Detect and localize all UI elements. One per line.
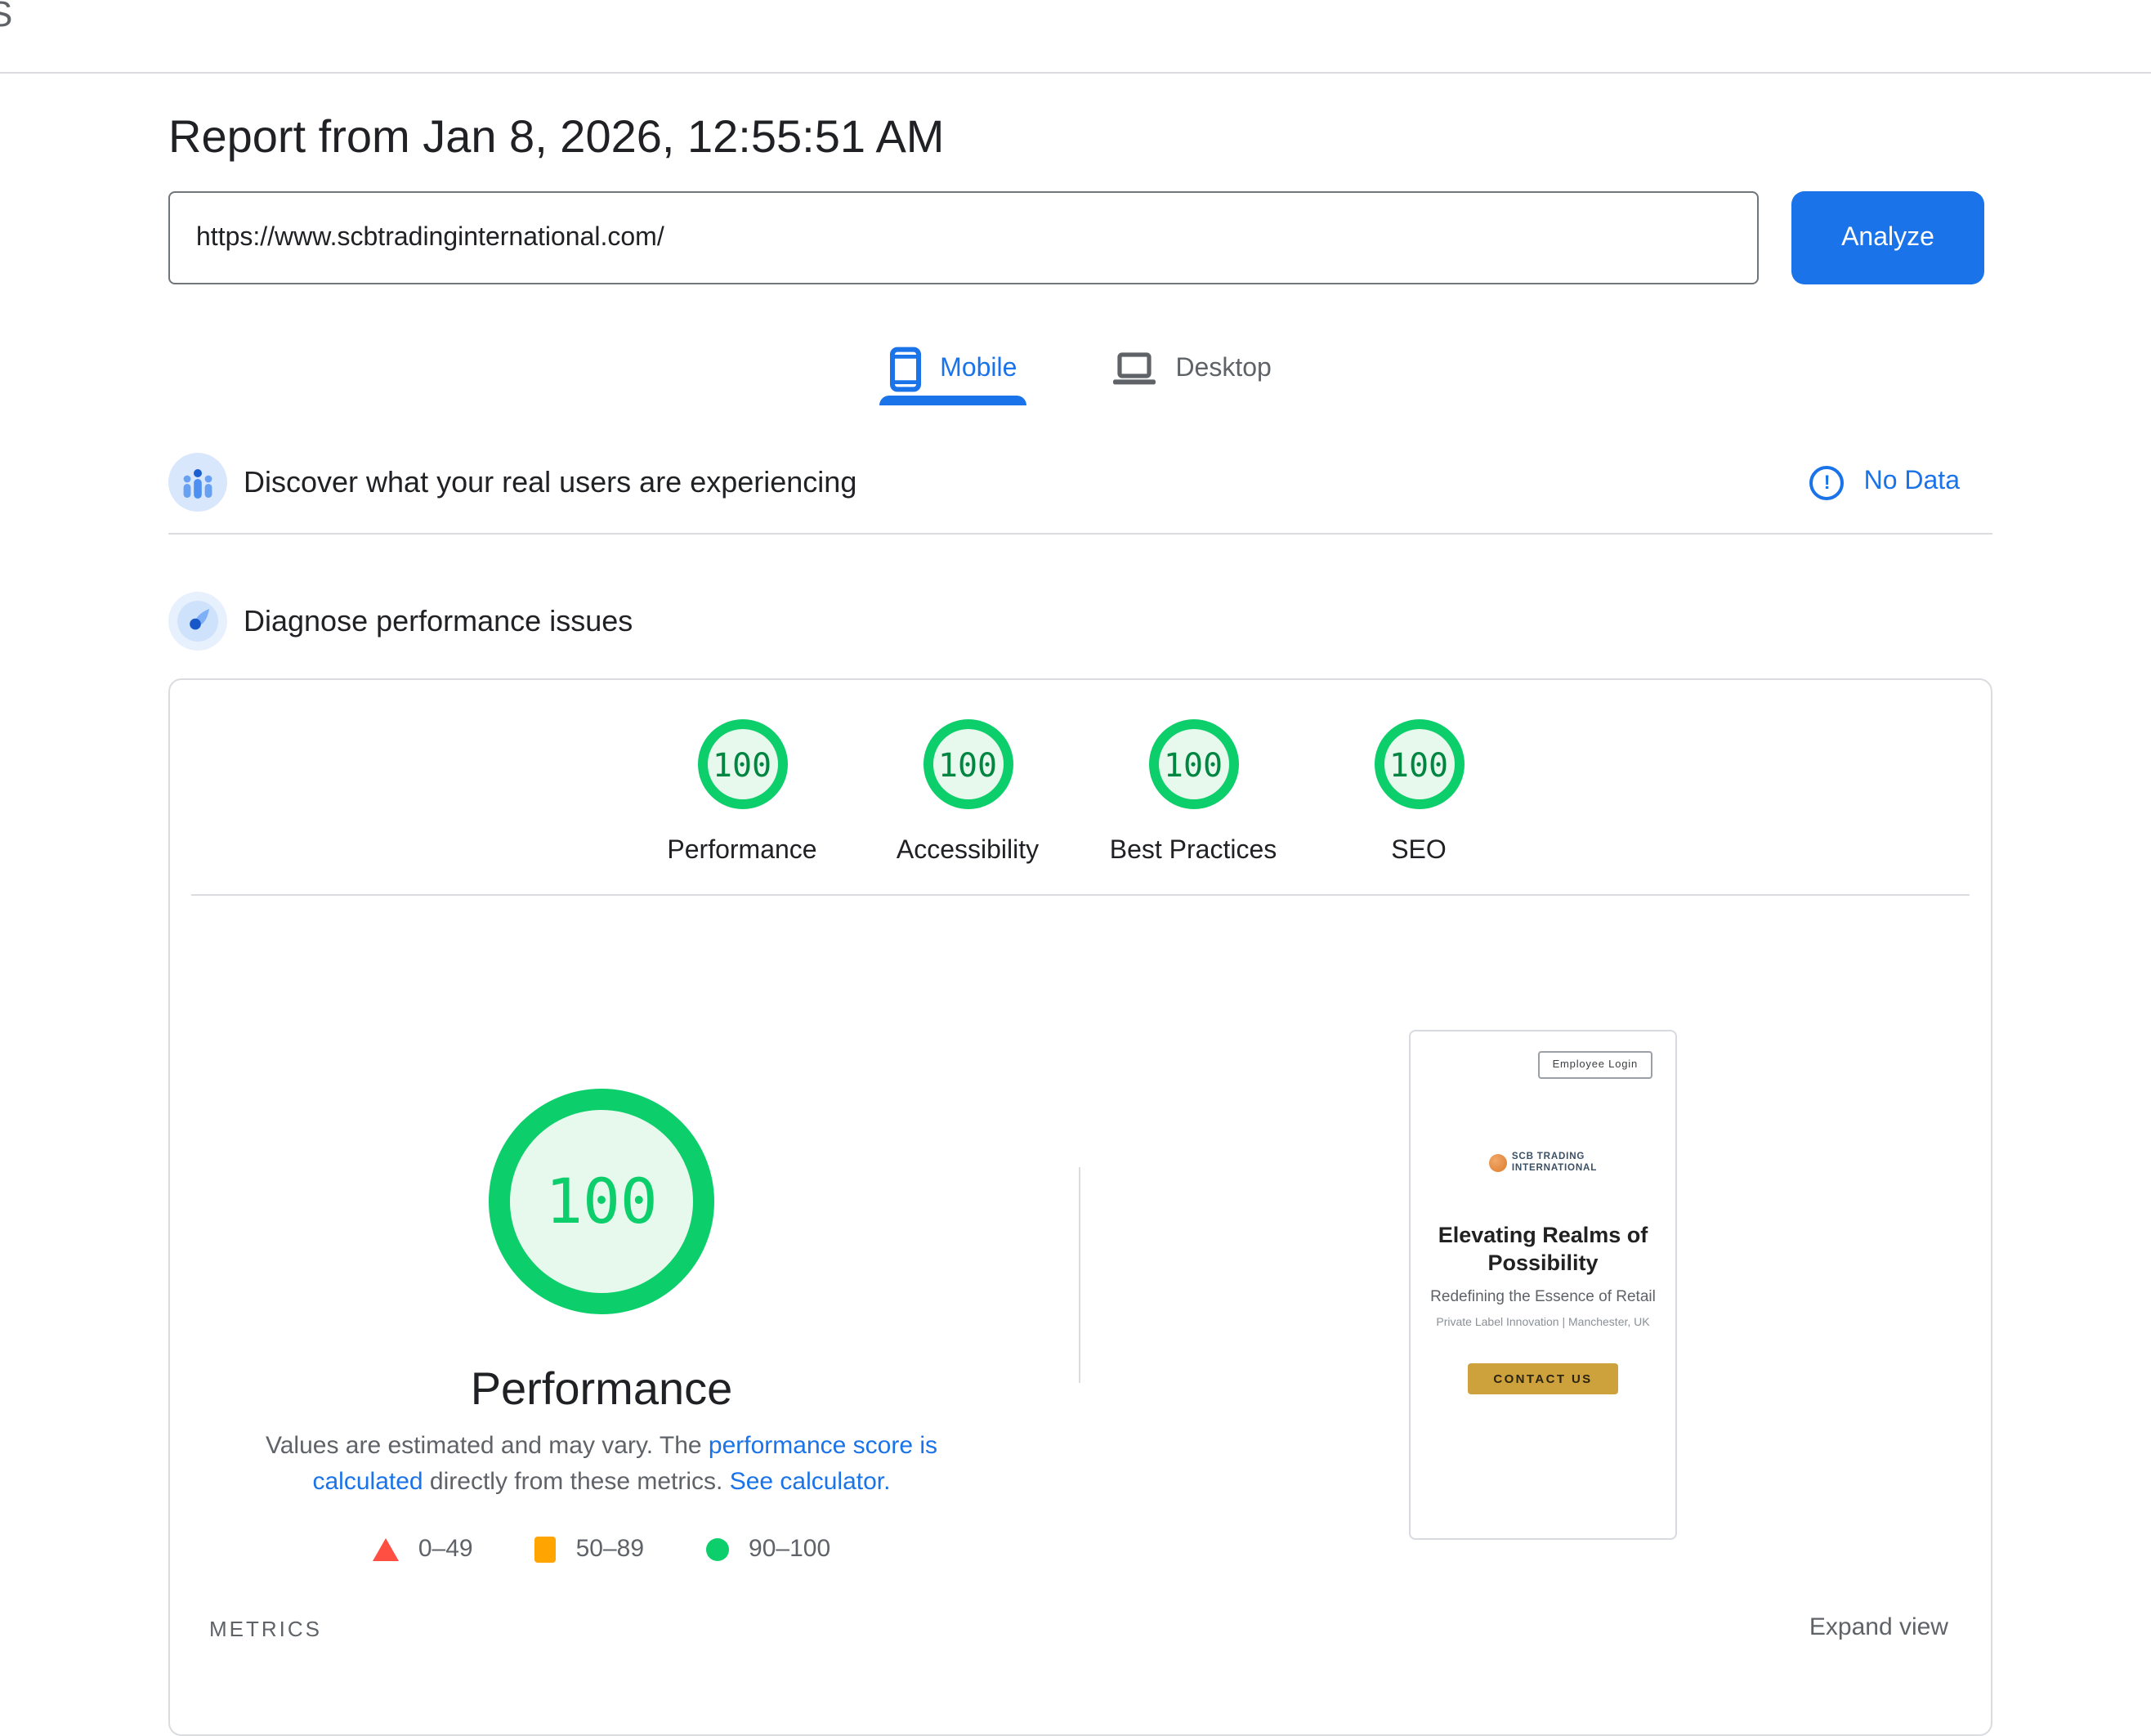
category-best-practices[interactable]: 100 Best Practices [1080, 719, 1306, 866]
tab-mobile[interactable]: Mobile [879, 337, 1026, 402]
preview-tagline: Private Label Innovation | Manchester, U… [1411, 1318, 1675, 1329]
lighthouse-report-card: 100 Performance 100 Accessibility 100 Be… [168, 678, 1992, 1736]
seo-score-gauge: 100 [1374, 719, 1464, 809]
preview-contact-us-button: CONTACT US [1468, 1363, 1618, 1394]
desc-text: Values are estimated and may vary. The [266, 1432, 709, 1460]
analyze-button[interactable]: Analyze [1791, 191, 1984, 284]
globe-icon [1489, 1154, 1507, 1172]
no-data-link[interactable]: ! No Data [1810, 453, 1960, 512]
lab-section-title: Diagnose performance issues [244, 592, 633, 651]
category-accessibility[interactable]: 100 Accessibility [855, 719, 1080, 866]
preview-site-logo: SCB TRADING INTERNATIONAL [1411, 1152, 1675, 1174]
no-data-label: No Data [1864, 468, 1960, 497]
desc-text: directly from these metrics. [423, 1468, 730, 1496]
legend-range: 90–100 [749, 1535, 830, 1563]
url-input[interactable] [168, 191, 1759, 284]
report-title: Report from Jan 8, 2026, 12:55:51 AM [168, 111, 944, 163]
performance-score-gauge: 100 [697, 719, 787, 809]
preview-employee-login-button: Employee Login [1538, 1051, 1652, 1079]
tab-desktop[interactable]: Desktop [1102, 337, 1281, 402]
vertical-divider [1079, 1167, 1080, 1383]
preview-heading: Elevating Realms of Possibility [1411, 1221, 1675, 1277]
site-screenshot-thumbnail[interactable]: Employee Login SCB TRADING INTERNATIONAL… [1409, 1030, 1677, 1540]
info-icon: ! [1810, 465, 1845, 499]
field-data-section: Discover what your real users are experi… [168, 453, 1992, 512]
pagespeed-insights-page: S Report from Jan 8, 2026, 12:55:51 AM A… [0, 0, 2151, 1640]
category-label: SEO [1391, 837, 1447, 866]
device-tabs: Mobile Desktop [168, 337, 1992, 402]
card-divider [191, 894, 1970, 896]
category-seo[interactable]: 100 SEO [1306, 719, 1532, 866]
triangle-icon [373, 1537, 399, 1560]
square-icon [535, 1536, 557, 1562]
preview-logo-line1: SCB TRADING [1512, 1152, 1585, 1162]
app-header: S [0, 0, 2151, 74]
category-label: Accessibility [897, 837, 1039, 866]
smartphone-icon [889, 347, 922, 392]
metrics-section-label: METRICS [209, 1617, 322, 1641]
category-label: Best Practices [1110, 837, 1277, 866]
performance-description: Values are estimated and may vary. The p… [226, 1429, 977, 1501]
performance-main-gauge: 100 [489, 1089, 714, 1314]
lab-data-section: Diagnose performance issues [168, 592, 1992, 651]
laptop-icon [1111, 351, 1157, 387]
category-scores: 100 Performance 100 Accessibility 100 Be… [170, 719, 1991, 866]
score-legend: 0–49 50–89 90–100 [170, 1535, 1033, 1563]
legend-fail: 0–49 [373, 1535, 473, 1563]
category-performance[interactable]: 100 Performance [629, 719, 855, 866]
preview-subheading: Redefining the Essence of Retail [1411, 1288, 1675, 1306]
preview-logo-line2: INTERNATIONAL [1512, 1163, 1597, 1173]
see-calculator-link[interactable]: See calculator. [730, 1468, 891, 1496]
best-practices-score-gauge: 100 [1148, 719, 1238, 809]
legend-range: 50–89 [576, 1535, 644, 1563]
legend-pass: 90–100 [706, 1535, 830, 1563]
category-label: Performance [667, 837, 816, 866]
accessibility-score-gauge: 100 [923, 719, 1013, 809]
gauge-icon [168, 592, 227, 651]
users-icon [168, 453, 227, 512]
circle-icon [706, 1537, 729, 1560]
app-logo-fragment[interactable]: S [0, 0, 12, 36]
legend-range: 0–49 [418, 1535, 473, 1563]
tab-desktop-label: Desktop [1175, 355, 1271, 384]
legend-average: 50–89 [535, 1535, 644, 1563]
tab-mobile-label: Mobile [940, 355, 1017, 384]
field-section-title: Discover what your real users are experi… [244, 453, 856, 512]
expand-view-button[interactable]: Expand view [1809, 1613, 1948, 1641]
performance-section-title: Performance [170, 1363, 1033, 1416]
section-divider [168, 533, 1992, 535]
